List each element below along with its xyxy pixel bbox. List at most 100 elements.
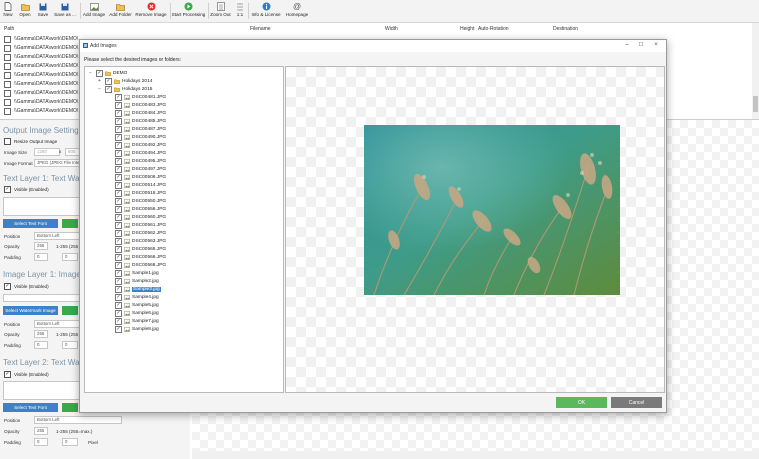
- tree-checkbox[interactable]: ✓: [96, 69, 103, 77]
- padding-input[interactable]: 0: [34, 341, 48, 349]
- start-processing-button[interactable]: Start Processing: [171, 1, 206, 21]
- position-select[interactable]: Bottom Left: [34, 320, 80, 328]
- tree-file-item[interactable]: ✓ DSC00495.JPG: [115, 157, 166, 165]
- actual-size-button[interactable]: 1:1: [234, 1, 246, 21]
- tree-checkbox[interactable]: ✓: [115, 125, 122, 133]
- tree-checkbox[interactable]: ✓: [115, 109, 122, 117]
- tree-file-item[interactable]: ✓ DSC00487.JPG: [115, 125, 166, 133]
- row-checkbox[interactable]: [4, 98, 11, 106]
- position-select[interactable]: Bottom Left: [34, 232, 80, 240]
- tree-checkbox[interactable]: ✓: [115, 213, 122, 221]
- text-layer-1-textarea[interactable]: [3, 197, 81, 216]
- add-folder-button[interactable]: Add Folder: [108, 1, 133, 21]
- tree-checkbox[interactable]: ✓: [105, 85, 112, 93]
- row-checkbox[interactable]: [4, 80, 11, 88]
- opacity-input[interactable]: 255: [34, 330, 48, 338]
- watermark-image-path[interactable]: [3, 294, 81, 302]
- tree-checkbox[interactable]: ✓: [115, 117, 122, 125]
- tree-checkbox[interactable]: ✓: [115, 101, 122, 109]
- tree-checkbox[interactable]: ✓: [115, 309, 122, 317]
- padding-input[interactable]: 0: [34, 438, 48, 446]
- row-checkbox[interactable]: [4, 35, 11, 43]
- image-format-select[interactable]: JPEG (JPEG File Interchange): [34, 159, 80, 167]
- table-row[interactable]: \\Gamma\DATA\work\DEMO\: [4, 107, 78, 115]
- row-checkbox[interactable]: [4, 44, 11, 52]
- tree-file-item[interactable]: ✓ DSC00494.JPG: [115, 149, 166, 157]
- tree-checkbox[interactable]: ✓: [115, 277, 122, 285]
- table-row[interactable]: \\Gamma\DATA\work\DEMO\: [4, 35, 78, 43]
- position-select[interactable]: Bottom Left: [34, 416, 122, 424]
- save-button[interactable]: Save: [36, 1, 50, 21]
- column-header-destination[interactable]: Destination: [553, 26, 578, 32]
- column-header-path[interactable]: Path: [4, 26, 14, 32]
- padding-input-2[interactable]: 0: [62, 341, 78, 349]
- minimize-icon[interactable]: –: [620, 41, 634, 48]
- select-text-font-button[interactable]: Select Text Font: [3, 403, 58, 412]
- tree-file-item[interactable]: ✓ DSC00497.JPG: [115, 165, 166, 173]
- tree-file-item[interactable]: ✓ Sample4.jpg: [115, 293, 159, 301]
- tree-file-item[interactable]: ✓ DSC00560.JPG: [115, 213, 166, 221]
- tree-file-item[interactable]: ✓ DSC00506.JPG: [115, 173, 166, 181]
- tree-folder-holidays-2015[interactable]: − ✓ Holidays 2015: [98, 85, 152, 93]
- tree-checkbox[interactable]: ✓: [115, 197, 122, 205]
- tree-file-item[interactable]: ✓ DSC00568.JPG: [115, 261, 166, 269]
- tree-file-item[interactable]: ✓ Sample1.jpg: [115, 269, 159, 277]
- padding-input[interactable]: 0: [34, 253, 48, 261]
- tree-checkbox[interactable]: ✓: [115, 149, 122, 157]
- tree-checkbox[interactable]: ✓: [115, 157, 122, 165]
- remove-image-button[interactable]: Remove Image: [134, 1, 168, 21]
- tree-checkbox[interactable]: ✓: [115, 141, 122, 149]
- tree-file-item[interactable]: ✓ DSC00483.JPG: [115, 101, 166, 109]
- tree-file-item[interactable]: ✓ DSC00481.JPG: [115, 93, 166, 101]
- table-row[interactable]: \\Gamma\DATA\work\DEMO\: [4, 71, 78, 79]
- tree-checkbox[interactable]: ✓: [115, 245, 122, 253]
- tree-checkbox[interactable]: ✓: [115, 221, 122, 229]
- checkbox-box[interactable]: ✓: [4, 283, 11, 290]
- grid-scrollbar-thumb[interactable]: [753, 96, 758, 112]
- tree-checkbox[interactable]: ✓: [115, 189, 122, 197]
- table-row[interactable]: \\Gamma\DATA\work\DEMO\: [4, 62, 78, 70]
- tree-file-item[interactable]: ✓ DSC00561.JPG: [115, 221, 166, 229]
- tree-checkbox[interactable]: ✓: [115, 325, 122, 333]
- tree-file-item[interactable]: ✓ DSC00492.JPG: [115, 141, 166, 149]
- row-checkbox[interactable]: [4, 89, 11, 97]
- tree-file-item[interactable]: ✓ DSC00514.JPG: [115, 181, 166, 189]
- tree-checkbox[interactable]: ✓: [115, 173, 122, 181]
- tree-checkbox[interactable]: ✓: [115, 229, 122, 237]
- expand-icon[interactable]: +: [98, 78, 104, 84]
- tree-file-item[interactable]: ✓ DSC00566.JPG: [115, 253, 166, 261]
- tree-checkbox[interactable]: ✓: [115, 205, 122, 213]
- tree-file-item[interactable]: ✓ DSC00565.JPG: [115, 245, 166, 253]
- column-header-filename[interactable]: Filename: [250, 26, 271, 32]
- width-input[interactable]: 1280: [34, 148, 60, 156]
- add-image-button[interactable]: Add Image: [82, 1, 106, 21]
- tree-checkbox[interactable]: ✓: [115, 301, 122, 309]
- maximize-icon[interactable]: ☐: [634, 42, 648, 48]
- tree-file-item[interactable]: ✓ DSC00485.JPG: [115, 117, 166, 125]
- save-as-button[interactable]: Save as ...: [53, 1, 77, 21]
- table-row[interactable]: \\Gamma\DATA\work\DEMO\: [4, 80, 78, 88]
- tree-file-item[interactable]: ✓ DSC00516.JPG: [115, 189, 166, 197]
- checkbox-box[interactable]: ✓: [4, 186, 11, 193]
- padding-input-2[interactable]: 0: [62, 438, 78, 446]
- table-row[interactable]: \\Gamma\DATA\work\DEMO\: [4, 44, 78, 52]
- text-layer-2-textarea[interactable]: [3, 381, 81, 400]
- padding-input-2[interactable]: 0: [62, 253, 78, 261]
- tree-folder-demo[interactable]: − ✓ DEMO: [89, 69, 127, 77]
- table-row[interactable]: \\Gamma\DATA\work\DEMO\: [4, 89, 78, 97]
- tree-file-item[interactable]: ✓ Sample5.jpg: [115, 301, 159, 309]
- collapse-icon[interactable]: −: [98, 86, 104, 92]
- row-checkbox[interactable]: [4, 53, 11, 61]
- column-header-height[interactable]: Height: [460, 26, 474, 32]
- homepage-button[interactable]: @ Homepage: [284, 1, 310, 21]
- tree-checkbox[interactable]: ✓: [115, 293, 122, 301]
- tree-file-item[interactable]: ✓ Sample7.jpg: [115, 317, 159, 325]
- tree-file-item[interactable]: ✓ DSC00563.JPG: [115, 237, 166, 245]
- tree-checkbox[interactable]: ✓: [105, 77, 112, 85]
- collapse-icon[interactable]: −: [89, 70, 95, 76]
- row-checkbox[interactable]: [4, 71, 11, 79]
- watermark-options-button[interactable]: [62, 306, 78, 315]
- info-license-button[interactable]: Info & License: [250, 1, 282, 21]
- tree-checkbox[interactable]: ✓: [115, 93, 122, 101]
- cancel-button[interactable]: Cancel: [611, 397, 662, 408]
